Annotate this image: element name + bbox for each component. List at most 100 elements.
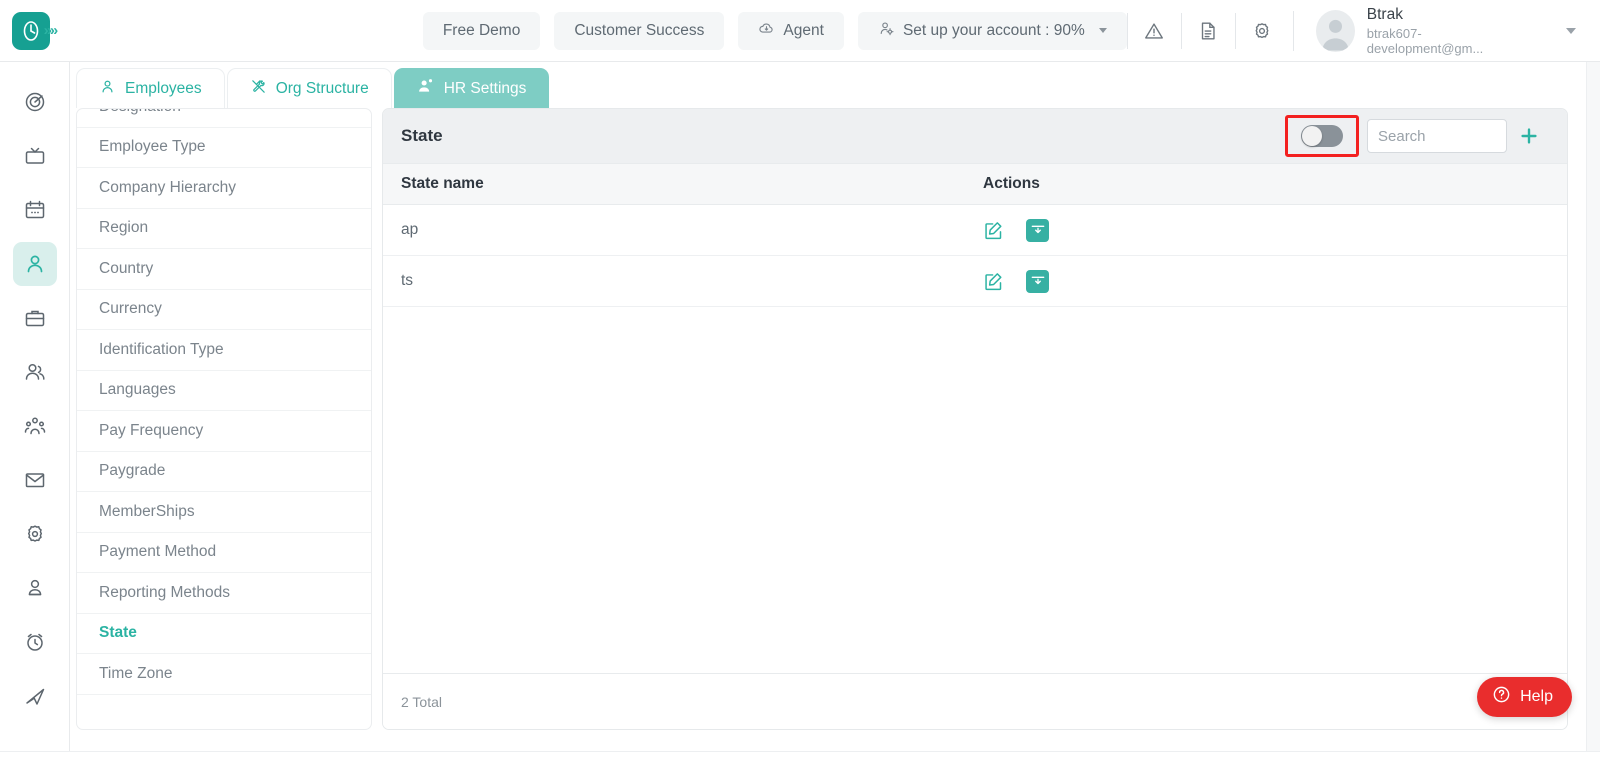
cloud-agent-icon xyxy=(758,20,775,42)
page-title: State xyxy=(401,126,443,145)
settings-item-label: Region xyxy=(99,219,149,237)
hr-settings-scroll[interactable]: Designation Employee Type Company Hierarch… xyxy=(77,109,371,695)
settings-item-designation[interactable]: Designation xyxy=(77,109,371,128)
rail-item-org-group[interactable] xyxy=(13,404,57,448)
settings-item-label: Payment Method xyxy=(99,543,217,561)
settings-item-paygrade[interactable]: Paygrade xyxy=(77,452,371,492)
column-header-actions: Actions xyxy=(983,175,1040,192)
table-footer: 2 Total xyxy=(383,673,1567,729)
settings-item-currency[interactable]: Currency xyxy=(77,290,371,330)
cell-actions xyxy=(983,269,1183,293)
archive-toggle[interactable] xyxy=(1301,125,1343,147)
settings-item-time-zone[interactable]: Time Zone xyxy=(77,654,371,695)
settings-item-label: Currency xyxy=(99,300,162,318)
settings-item-reporting-methods[interactable]: Reporting Methods xyxy=(77,573,371,614)
archive-icon[interactable] xyxy=(1026,269,1049,293)
customer-success-button[interactable]: Customer Success xyxy=(554,11,725,50)
settings-item-label: Time Zone xyxy=(99,664,173,682)
gear-icon[interactable] xyxy=(1234,12,1289,49)
panel-header: State xyxy=(383,109,1567,163)
chevrons-right-icon[interactable]: »» xyxy=(44,22,59,39)
settings-item-employee-type[interactable]: Employee Type xyxy=(77,128,371,168)
table-header-row: State name Actions xyxy=(383,163,1567,205)
hr-settings-list-panel: Designation Employee Type Company Hierarch… xyxy=(76,108,372,730)
tab-hr-settings-label: HR Settings xyxy=(443,79,527,97)
edit-icon[interactable] xyxy=(983,220,1004,241)
tab-org-structure-label: Org Structure xyxy=(275,79,369,97)
top-header: »» Free Demo Customer Success Agent Set … xyxy=(0,0,1600,62)
settings-item-label: Employee Type xyxy=(99,138,206,156)
agent-button[interactable]: Agent xyxy=(738,11,844,50)
settings-item-company-hierarchy[interactable]: Company Hierarchy xyxy=(77,168,371,209)
settings-item-languages[interactable]: Languages xyxy=(77,371,371,411)
header-icon-group xyxy=(1126,12,1289,49)
search-input[interactable] xyxy=(1367,119,1507,153)
help-button[interactable]: Help xyxy=(1477,677,1572,717)
document-icon[interactable] xyxy=(1180,12,1235,49)
toggle-knob xyxy=(1302,126,1322,146)
cell-actions xyxy=(983,218,1183,242)
free-demo-button[interactable]: Free Demo xyxy=(422,11,541,50)
user-name: Btrak xyxy=(1366,5,1403,23)
user-avatar-icon xyxy=(1315,9,1355,52)
settings-item-pay-frequency[interactable]: Pay Frequency xyxy=(77,411,371,452)
settings-item-label: MemberShips xyxy=(99,502,195,520)
user-email: btrak607-development@gm... xyxy=(1366,25,1484,56)
settings-item-country[interactable]: Country xyxy=(77,249,371,290)
user-info: Btrak btrak607-development@gm... xyxy=(1367,6,1526,56)
user-gear-icon xyxy=(878,20,895,42)
help-label: Help xyxy=(1520,688,1553,705)
logo-wrapper[interactable]: »» xyxy=(0,0,68,62)
people-gear-icon xyxy=(417,77,435,100)
settings-item-memberships[interactable]: MemberShips xyxy=(77,492,371,533)
settings-item-label: State xyxy=(99,624,137,642)
rail-item-people[interactable] xyxy=(13,350,57,394)
rail-item-dashboard[interactable] xyxy=(13,80,57,124)
warning-triangle-icon[interactable] xyxy=(1126,12,1181,49)
agent-label: Agent xyxy=(783,21,824,39)
settings-item-region[interactable]: Region xyxy=(77,209,371,249)
rail-item-briefcase[interactable] xyxy=(13,296,57,340)
rail-item-employees[interactable] xyxy=(12,242,57,286)
add-state-button[interactable] xyxy=(1507,116,1551,156)
settings-item-label: Designation xyxy=(99,109,181,116)
tab-employees[interactable]: Employees xyxy=(76,68,225,108)
rail-item-mail[interactable] xyxy=(13,458,57,502)
total-count-label: 2 Total xyxy=(401,693,442,710)
tools-icon xyxy=(250,78,267,100)
chevron-down-icon[interactable] xyxy=(1566,27,1576,34)
table-row: ts xyxy=(383,256,1567,307)
tab-org-structure[interactable]: Org Structure xyxy=(226,68,392,108)
tab-hr-settings[interactable]: HR Settings xyxy=(393,68,550,108)
person-icon xyxy=(99,78,116,100)
settings-item-state[interactable]: State xyxy=(77,614,371,654)
left-icon-rail xyxy=(0,62,70,759)
header-right-actions: Btrak btrak607-development@gm... xyxy=(1126,0,1600,62)
panel-header-actions xyxy=(1285,115,1551,157)
rail-item-settings[interactable] xyxy=(13,512,57,556)
account-setup-button[interactable]: Set up your account : 90% xyxy=(857,11,1127,50)
free-demo-label: Free Demo xyxy=(442,21,521,39)
settings-item-payment-method[interactable]: Payment Method xyxy=(77,533,371,573)
question-circle-icon xyxy=(1492,685,1511,709)
rail-item-calendar[interactable] xyxy=(13,188,57,232)
tab-bar: Employees Org Structure HR Settings xyxy=(76,68,550,108)
settings-item-label: Reporting Methods xyxy=(99,583,230,601)
rail-item-tv[interactable] xyxy=(13,134,57,178)
application-window: »» Free Demo Customer Success Agent Set … xyxy=(0,0,1600,759)
rail-item-alarm[interactable] xyxy=(13,620,57,664)
user-menu[interactable]: Btrak btrak607-development@gm... xyxy=(1292,6,1600,56)
rail-item-profile[interactable] xyxy=(13,566,57,610)
cell-state-name: ap xyxy=(401,221,419,238)
settings-item-identification-type[interactable]: Identification Type xyxy=(77,330,371,371)
customer-success-label: Customer Success xyxy=(574,21,705,39)
table-row: ap xyxy=(383,205,1567,256)
table-body: ap ts xyxy=(383,205,1567,673)
archive-toggle-highlight xyxy=(1285,115,1359,157)
edit-icon[interactable] xyxy=(983,271,1004,292)
right-scroll-strip[interactable] xyxy=(1586,62,1600,759)
rail-item-send[interactable] xyxy=(13,674,57,718)
cell-state-name: ts xyxy=(401,272,414,289)
settings-item-label: Identification Type xyxy=(99,340,224,358)
archive-icon[interactable] xyxy=(1026,218,1049,242)
